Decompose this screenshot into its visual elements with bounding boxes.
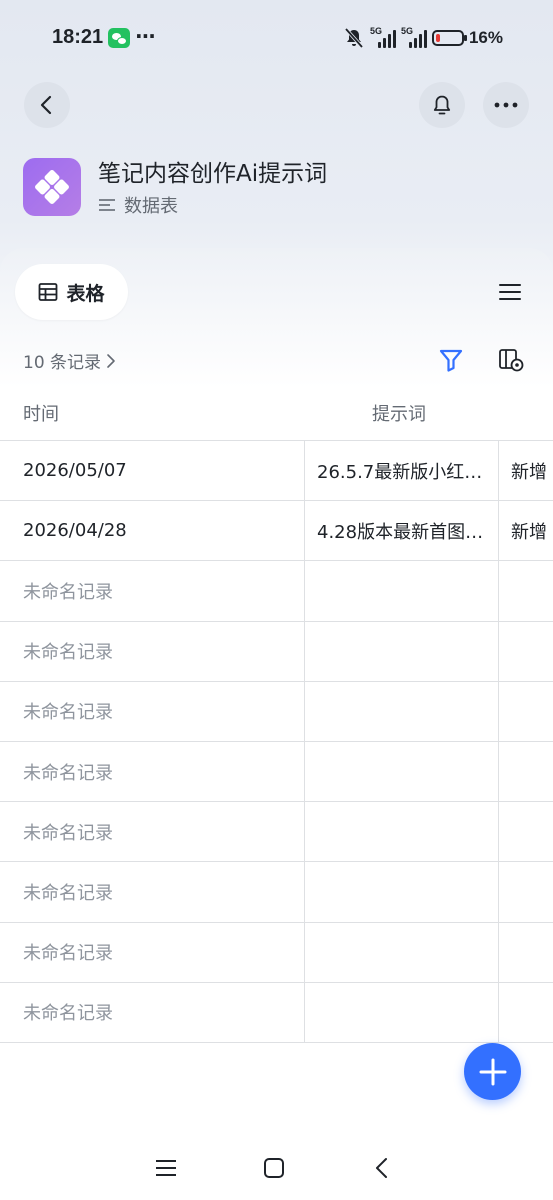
menu-icon [499, 284, 521, 300]
status-bar: 18:21 ··· 5G 5G 16% [0, 0, 553, 78]
nav-back-icon [376, 1158, 387, 1178]
view-list-button[interactable] [496, 278, 524, 306]
cell-extra[interactable] [498, 802, 553, 862]
table-row[interactable]: 未命名记录 [0, 862, 553, 923]
cell-time[interactable]: 未命名记录 [23, 682, 303, 741]
nav-menu-button[interactable] [152, 1154, 180, 1182]
signal-2-icon: 5G [400, 26, 427, 48]
nav-back-button[interactable] [368, 1154, 396, 1182]
field-settings-button[interactable] [497, 346, 525, 374]
cell-extra[interactable]: 新增 [498, 501, 553, 561]
cell-time[interactable]: 未命名记录 [23, 983, 303, 1042]
network-1-label: 5G [369, 26, 382, 36]
cell-extra[interactable] [498, 982, 553, 1042]
more-options-button[interactable] [483, 82, 529, 128]
table-row[interactable]: 未命名记录 [0, 681, 553, 742]
base-logo-icon [35, 170, 69, 204]
cell-time[interactable]: 未命名记录 [23, 622, 303, 681]
plus-icon [479, 1058, 506, 1085]
battery-icon [431, 30, 467, 46]
cell-prompt[interactable] [304, 802, 498, 862]
cell-time[interactable]: 2026/05/07 [23, 441, 303, 500]
document-subtitle[interactable]: 数据表 [98, 192, 178, 218]
bell-icon [433, 95, 451, 115]
signal-1-icon: 5G [369, 26, 396, 48]
cell-time[interactable]: 未命名记录 [23, 742, 303, 801]
table-row[interactable]: 未命名记录 [0, 561, 553, 622]
filter-button[interactable] [437, 346, 465, 374]
cell-extra[interactable] [498, 922, 553, 982]
cell-extra[interactable] [498, 862, 553, 922]
table-row[interactable]: 2026/04/28 4.28版本最新首图文案 新增 [0, 501, 553, 562]
nav-home-icon [264, 1158, 284, 1178]
table-header: 时间 提示词 [0, 382, 553, 441]
cell-time[interactable]: 未命名记录 [23, 802, 303, 861]
cell-extra[interactable] [498, 621, 553, 681]
table-row[interactable]: 未命名记录 [0, 621, 553, 682]
back-button[interactable] [24, 82, 70, 128]
record-count-link[interactable]: 10 条记录 [23, 348, 117, 373]
cell-extra[interactable]: 新增 [498, 441, 553, 501]
system-navigation-bar [0, 1140, 553, 1200]
cell-prompt[interactable] [304, 681, 498, 741]
wechat-icon [108, 28, 130, 48]
table-row[interactable]: 未命名记录 [0, 802, 553, 863]
status-indicators: 5G 5G 16% [343, 26, 503, 50]
table-body: 2026/05/07 26.5.7最新版小红书笔记创作新增 2026/04/28 4.… [0, 441, 553, 1043]
data-table: 时间 提示词 2026/05/0726.5.7最新版小红书笔记创作新增2026/… [0, 382, 553, 1043]
back-icon [40, 95, 52, 115]
field-settings-icon [499, 349, 524, 372]
cell-prompt[interactable] [304, 922, 498, 982]
table-row[interactable]: 未命名记录 [0, 982, 553, 1043]
cell-prompt[interactable] [304, 561, 498, 621]
cell-time[interactable]: 2026/04/28 [23, 501, 303, 560]
more-notifications-icon: ··· [135, 24, 156, 48]
cell-prompt[interactable] [304, 982, 498, 1042]
cell-prompt[interactable]: 26.5.7最新版小红书笔记创作 [304, 441, 498, 501]
status-time: 18:21 [52, 26, 104, 48]
add-record-button[interactable] [464, 1043, 521, 1100]
tab-table-view[interactable]: 表格 [15, 264, 128, 320]
cell-prompt-text: 26.5.7最新版小红书笔记创作 [317, 461, 485, 483]
nav-home-button[interactable] [260, 1154, 288, 1182]
battery-percent: 16% [468, 28, 503, 47]
filter-icon [439, 349, 463, 372]
network-2-label: 5G [400, 26, 413, 36]
table-icon [39, 283, 58, 301]
table-row[interactable]: 2026/05/07 26.5.7最新版小红书笔记创作新增 [0, 441, 553, 502]
cell-time[interactable]: 未命名记录 [23, 862, 303, 921]
cell-extra[interactable] [498, 561, 553, 621]
table-row[interactable]: 未命名记录 [0, 922, 553, 983]
notification-button[interactable] [419, 82, 465, 128]
cell-extra[interactable] [498, 741, 553, 802]
record-count: 10 条记录 [23, 353, 102, 373]
cell-prompt-text: 4.28版本最新首图文案 [317, 521, 485, 543]
datatable-list-icon [99, 199, 115, 211]
column-header-time[interactable]: 时间 [23, 400, 59, 426]
base-app-logo [23, 158, 81, 216]
table-row[interactable]: 未命名记录 [0, 741, 553, 803]
cell-prompt[interactable] [304, 621, 498, 681]
cell-prompt[interactable] [304, 862, 498, 922]
cell-time[interactable]: 未命名记录 [23, 923, 303, 982]
mute-bell-icon [344, 27, 364, 49]
battery-level [435, 34, 440, 42]
chevron-right-icon [107, 353, 115, 368]
cell-prompt[interactable]: 4.28版本最新首图文案 [304, 501, 498, 561]
subtitle-label: 数据表 [124, 196, 178, 217]
cell-extra[interactable] [498, 681, 553, 741]
more-icon [494, 102, 518, 108]
tab-table-label: 表格 [66, 282, 105, 305]
cell-prompt[interactable] [304, 741, 498, 802]
document-title: 笔记内容创作Ai提示词 [98, 161, 328, 187]
cell-time[interactable]: 未命名记录 [23, 561, 303, 620]
column-header-prompt[interactable]: 提示词 [372, 400, 426, 426]
nav-menu-icon [156, 1160, 176, 1176]
